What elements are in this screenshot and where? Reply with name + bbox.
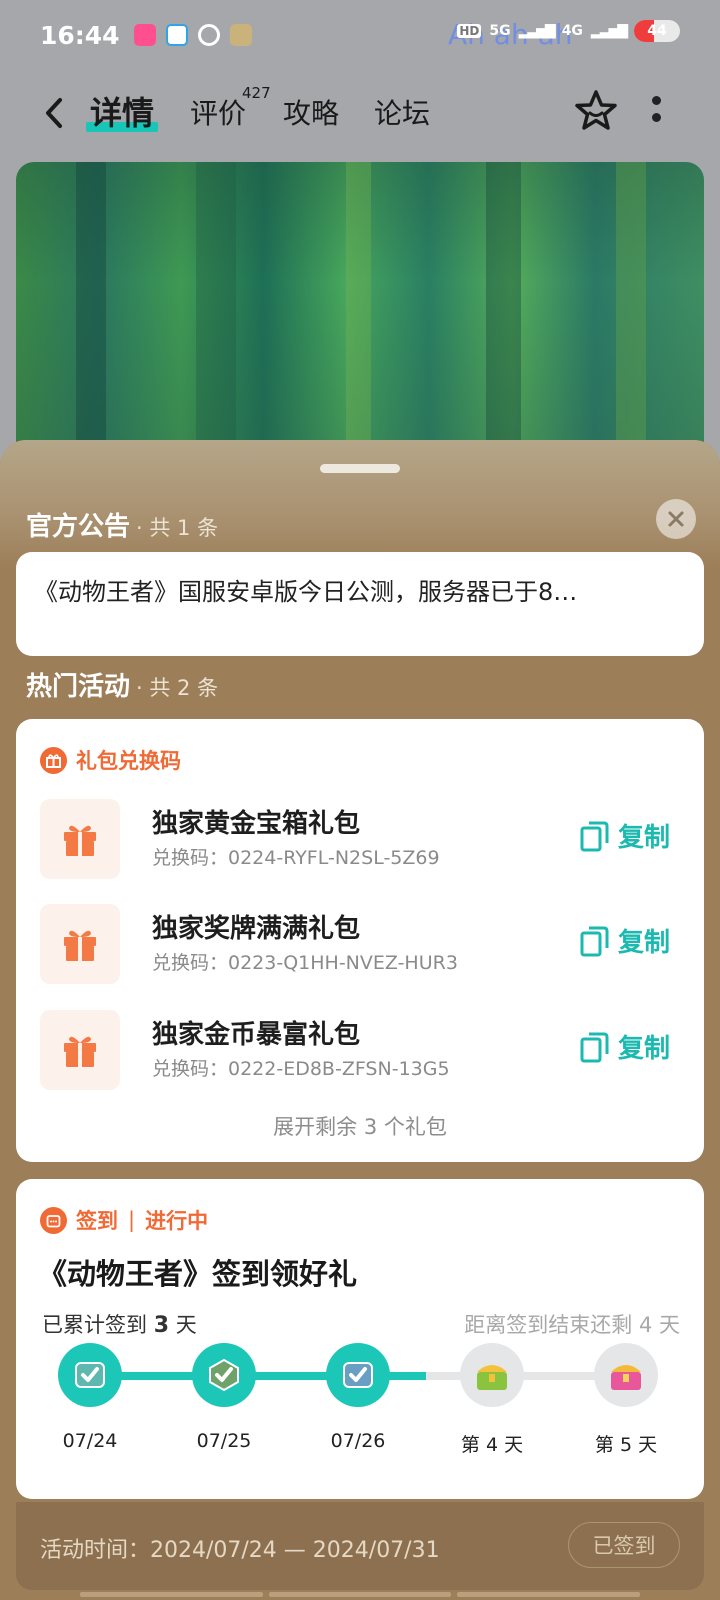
day-label: 第 4 天: [460, 1434, 524, 1456]
gift-name: 独家金币暴富礼包: [152, 1020, 361, 1050]
copy-button[interactable]: 复制: [580, 922, 670, 959]
network-5g: 5G: [489, 23, 511, 39]
day-3-checked-icon: [326, 1343, 390, 1407]
activities-count: · 共 2 条: [136, 676, 219, 700]
gift-box-icon: [40, 799, 120, 879]
copy-icon: [580, 1032, 609, 1062]
sign-in-progress: 已累计签到 3 天: [42, 1309, 197, 1339]
copy-label: 复制: [617, 1034, 670, 1064]
gift-box-icon: [40, 1010, 120, 1090]
back-arrow-icon[interactable]: [38, 94, 72, 132]
day-label: 07/25: [196, 1430, 252, 1452]
close-icon: [668, 511, 684, 527]
gift-card-title: 礼包兑换码: [76, 749, 181, 773]
gift-code: 兑换码：0224-RYFL-N2SL-5Z69: [152, 847, 440, 869]
day-2-checked-icon: [192, 1343, 256, 1407]
calendar-icon: [40, 1206, 67, 1234]
tab-forum[interactable]: 论坛: [374, 92, 430, 132]
activity-sheet: 官方公告 · 共 1 条 《动物王者》国服安卓版今日公测，服务器已于8… 热门活动…: [0, 440, 720, 1600]
progress-prefix: 已累计签到: [42, 1313, 147, 1337]
copy-icon: [580, 821, 609, 851]
gift-code: 兑换码：0223-Q1HH-NVEZ-HUR3: [152, 952, 458, 974]
tab-reviews[interactable]: 评价: [190, 92, 246, 132]
sheet-drag-handle[interactable]: [320, 464, 400, 473]
sign-in-type: 签到: [76, 1209, 118, 1233]
copy-icon: [580, 926, 609, 956]
announcement-card[interactable]: 《动物王者》国服安卓版今日公测，服务器已于8…: [16, 552, 704, 656]
copy-button[interactable]: 复制: [580, 817, 670, 854]
gift-box-icon: [40, 904, 120, 984]
day-4-reward-chest-icon: [460, 1343, 524, 1407]
status-time: 16:44: [40, 20, 120, 50]
gift-item: 独家金币暴富礼包 兑换码：0222-ED8B-ZFSN-13G5 复制: [40, 1010, 680, 1090]
favorite-star-icon[interactable]: [572, 88, 620, 136]
sign-in-label: 签到 | 进行中: [40, 1205, 208, 1235]
message-notification-icon: [165, 24, 188, 46]
gift-badge-icon: [40, 746, 67, 774]
signal-icon-1: ▂▃▅▇: [518, 23, 556, 39]
copy-label: 复制: [617, 928, 670, 958]
copy-label: 复制: [617, 823, 670, 853]
gift-item: 独家黄金宝箱礼包 兑换码：0224-RYFL-N2SL-5Z69 复制: [40, 799, 680, 879]
battery-level: 44: [647, 23, 667, 39]
sign-in-remaining: 距离签到结束还剩 4 天: [464, 1313, 680, 1337]
game-notification-icon: [229, 24, 252, 46]
app-notification-icon: [133, 24, 156, 46]
announcement-section-title: 官方公告 · 共 1 条: [26, 506, 218, 543]
sheet-header-background: [0, 440, 720, 570]
bottom-divider-lines: [80, 1592, 641, 1597]
announcement-text: 《动物王者》国服安卓版今日公测，服务器已于8…: [34, 578, 578, 606]
more-options-icon[interactable]: [650, 96, 662, 126]
tab-guides[interactable]: 攻略: [283, 92, 339, 132]
day-label: 07/26: [330, 1430, 386, 1452]
network-4g: 4G: [561, 23, 583, 39]
tab-details[interactable]: 详情: [85, 88, 159, 134]
day-5-reward-chest-icon: [594, 1343, 658, 1407]
activity-footer: 活动时间：2024/07/24 — 2024/07/31 已签到: [16, 1502, 704, 1590]
gift-name: 独家黄金宝箱礼包: [152, 809, 361, 839]
nav-bar: 详情 评价 427 攻略 论坛: [0, 78, 720, 148]
announcement-title: 官方公告: [26, 512, 131, 542]
progress-suffix: 天: [175, 1313, 197, 1337]
game-banner-image: [16, 162, 704, 462]
close-button[interactable]: [656, 499, 696, 539]
gift-name: 独家奖牌满满礼包: [152, 914, 361, 944]
expand-gifts-link[interactable]: 展开剩余 3 个礼包: [16, 1111, 704, 1141]
activities-title: 热门活动: [26, 672, 131, 702]
gift-item: 独家奖牌满满礼包 兑换码：0223-Q1HH-NVEZ-HUR3 复制: [40, 904, 680, 984]
gift-code-card: 礼包兑换码 独家黄金宝箱礼包 兑换码：0224-RYFL-N2SL-5Z69 复…: [16, 719, 704, 1162]
label-separator: |: [128, 1208, 136, 1232]
announcement-count: · 共 1 条: [136, 516, 219, 540]
signal-icon-2: ▂▃▅▇: [590, 23, 628, 39]
gift-code: 兑换码：0222-ED8B-ZFSN-13G5: [152, 1058, 450, 1080]
gift-card-label: 礼包兑换码: [40, 745, 181, 775]
activity-time: 活动时间：2024/07/24 — 2024/07/31: [40, 1538, 440, 1563]
sign-in-title: 《动物王者》签到领好礼: [38, 1257, 358, 1291]
day-label: 07/24: [62, 1430, 118, 1452]
sign-in-status: 进行中: [145, 1209, 209, 1233]
link-notification-icon: [197, 24, 220, 46]
day-label: 第 5 天: [594, 1434, 658, 1456]
progress-days: 3: [153, 1313, 169, 1338]
signed-button[interactable]: 已签到: [568, 1522, 680, 1568]
day-1-checked-icon: [58, 1343, 122, 1407]
status-bar: 16:44 Ah ah ah HD 5G ▂▃▅▇ 4G ▂▃▅▇ 44: [0, 0, 720, 70]
status-right: HD 5G ▂▃▅▇ 4G ▂▃▅▇ 44: [457, 20, 680, 42]
reviews-count-badge: 427: [242, 84, 271, 102]
battery-indicator: 44: [634, 20, 680, 42]
hd-icon: HD: [457, 24, 482, 38]
sign-in-card: 签到 | 进行中 《动物王者》签到领好礼 已累计签到 3 天 距离签到结束还剩 …: [16, 1179, 704, 1499]
activities-section-title: 热门活动 · 共 2 条: [26, 666, 218, 703]
copy-button[interactable]: 复制: [580, 1028, 670, 1065]
